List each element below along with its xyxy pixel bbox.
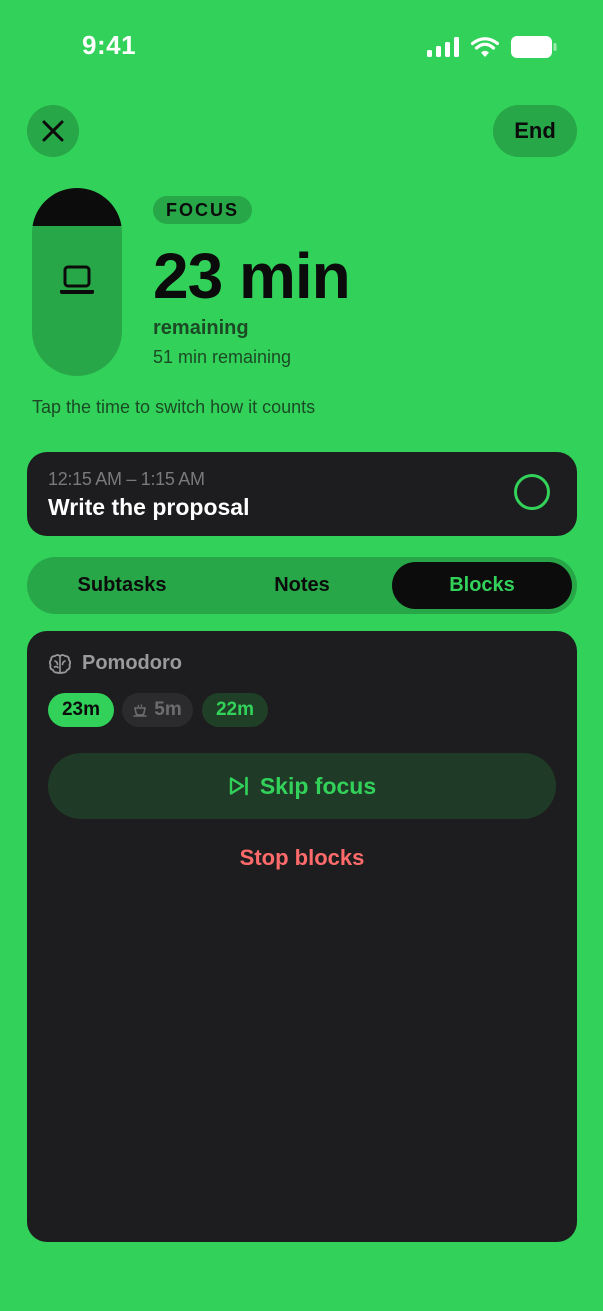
coffee-icon: [133, 704, 148, 717]
status-bar: 9:41: [0, 0, 603, 96]
skip-focus-button[interactable]: Skip focus: [48, 753, 556, 819]
skip-focus-label: Skip focus: [259, 772, 377, 799]
block-chip-focus-next[interactable]: 22m: [202, 693, 268, 727]
time-remaining-display[interactable]: 23 min: [153, 238, 351, 314]
block-chip-break[interactable]: 5m: [122, 693, 193, 727]
stop-blocks-button[interactable]: Stop blocks: [27, 845, 577, 871]
status-icons: [427, 36, 557, 58]
total-remaining-text: 51 min remaining: [153, 347, 292, 367]
battery-icon: [511, 36, 557, 58]
time-switch-hint: Tap the time to switch how it counts: [32, 397, 316, 417]
timer-progress-elapsed: [32, 188, 122, 226]
task-complete-checkbox[interactable]: [514, 474, 550, 510]
signal-icon: [427, 37, 459, 57]
status-time: 9:41: [82, 30, 137, 60]
task-time-range: 12:15 AM – 1:15 AM: [48, 469, 205, 489]
tab-bar: Subtasks Notes Blocks: [27, 557, 577, 614]
block-chip-focus-current[interactable]: 23m: [48, 693, 114, 727]
close-icon: [42, 120, 64, 142]
tab-blocks[interactable]: Blocks: [392, 562, 572, 609]
blocks-panel: Pomodoro 23m 5m 22m Skip focus Stop bloc…: [27, 631, 577, 1242]
brain-icon: [48, 653, 72, 674]
blocks-header: Pomodoro: [48, 652, 182, 675]
block-chip-break-label: 5m: [154, 699, 182, 720]
blocks-title: Pomodoro: [82, 652, 182, 674]
current-task-card[interactable]: 12:15 AM – 1:15 AM Write the proposal: [27, 452, 577, 536]
tab-subtasks[interactable]: Subtasks: [32, 562, 212, 609]
remaining-label: remaining: [153, 317, 249, 339]
task-title: Write the proposal: [48, 494, 250, 520]
end-button[interactable]: End: [493, 105, 577, 157]
laptop-icon: [60, 265, 94, 294]
close-button[interactable]: [27, 105, 79, 157]
mode-badge: FOCUS: [153, 196, 252, 224]
wifi-icon: [471, 36, 499, 57]
timer-progress-pill: [32, 188, 122, 376]
skip-forward-icon: [229, 776, 248, 796]
tab-notes[interactable]: Notes: [212, 562, 392, 609]
